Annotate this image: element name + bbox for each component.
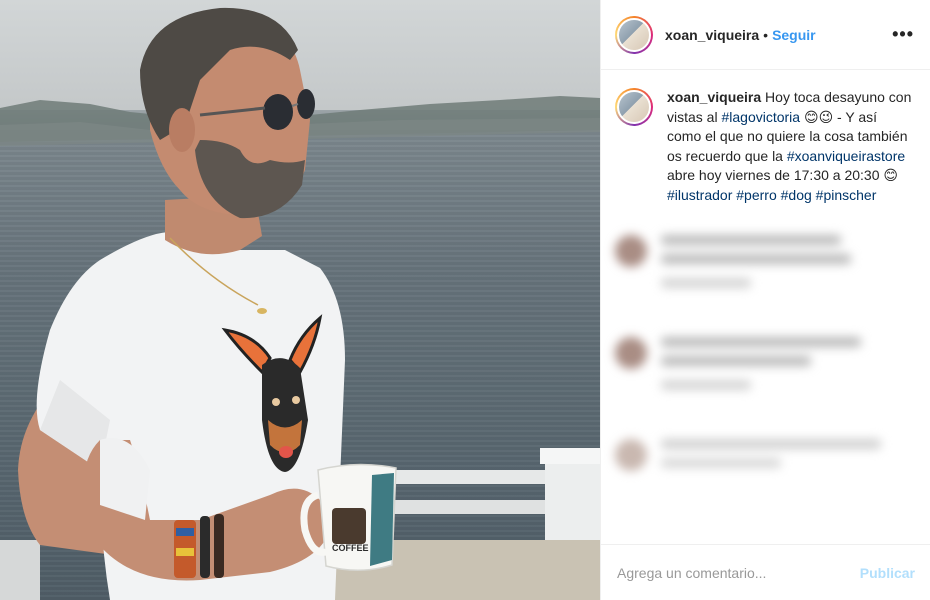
comment-bar: Agrega un comentario... Publicar [601,544,930,600]
hashtag-link[interactable]: #perro [736,187,776,203]
hashtag-link[interactable]: #pinscher [816,187,877,203]
blurred-comment [615,439,915,477]
blurred-comment [615,337,915,399]
more-options-icon[interactable]: ••• [892,24,914,45]
photo-scene: COFFEE [0,7,600,600]
hashtag-link[interactable]: #ilustrador [667,187,732,203]
caption-text-part: abre hoy viernes de 17:30 a 20:30 😊 [667,167,898,183]
follow-button[interactable]: Seguir [772,27,816,43]
publish-button[interactable]: Publicar [860,565,915,581]
hashtag-link[interactable]: #xoanviqueirastore [787,148,905,164]
username-link[interactable]: xoan_viqueira [665,27,759,43]
caption-avatar[interactable] [615,88,653,126]
separator-dot: • [763,26,769,43]
blurred-comments [601,215,930,545]
post-view: COFFEE xoan_viqueira • Seguir ••• xoan_v… [0,0,930,600]
mug-coffee-text: COFFEE [332,543,369,553]
blurred-comment [615,235,915,297]
post-photo[interactable]: COFFEE [0,0,600,600]
post-caption: xoan_viqueira Hoy toca desayuno con vist… [601,70,930,205]
caption-text: xoan_viqueira Hoy toca desayuno con vist… [667,88,914,205]
avatar[interactable] [615,15,653,54]
hashtag-link[interactable]: #dog [781,187,812,203]
caption-username-link[interactable]: xoan_viqueira [667,89,761,105]
post-header: xoan_viqueira • Seguir ••• [601,0,930,70]
comment-input[interactable]: Agrega un comentario... [617,565,766,581]
hashtag-link[interactable]: #lagovictoria [721,109,800,125]
post-side-panel: xoan_viqueira • Seguir ••• xoan_viqueira… [600,0,930,600]
